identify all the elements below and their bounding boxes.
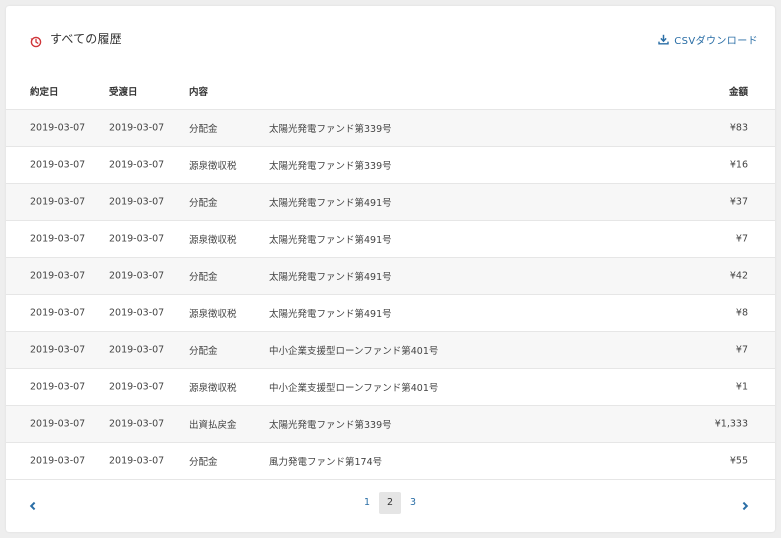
cell-type: 源泉徴収税 bbox=[189, 161, 237, 172]
column-header-amount: 金額 bbox=[728, 86, 748, 98]
cell-amount: ¥37 bbox=[729, 196, 748, 208]
cell-delivery-date: 2019-03-07 bbox=[109, 344, 165, 356]
cell-amount: ¥83 bbox=[729, 122, 748, 134]
csv-download-button[interactable]: CSVダウンロード bbox=[658, 32, 758, 47]
table-header: 約定日 受渡日 内容 金額 bbox=[6, 72, 775, 110]
cell-contract-date: 2019-03-07 bbox=[30, 122, 86, 134]
cell-delivery-date: 2019-03-07 bbox=[109, 196, 165, 208]
cell-delivery-date: 2019-03-07 bbox=[109, 122, 165, 134]
page-1-link[interactable]: 1 bbox=[356, 492, 378, 514]
chevron-left-icon[interactable] bbox=[27, 497, 39, 511]
cell-delivery-date: 2019-03-07 bbox=[109, 270, 165, 282]
cell-amount: ¥42 bbox=[729, 270, 748, 282]
table-row: 2019-03-07 2019-03-07 出資払戻金 太陽光発電ファンド第339号 ¥… bbox=[6, 406, 775, 443]
page-2-link[interactable]: 2 bbox=[379, 492, 401, 514]
cell-fund-name: 中小企業支援型ローンファンド第401号 bbox=[269, 346, 439, 357]
cell-fund-name: 太陽光発電ファンド第339号 bbox=[269, 124, 392, 135]
table-row: 2019-03-07 2019-03-07 分配金 風力発電ファンド第174号 ¥55 bbox=[6, 443, 775, 480]
table-row: 2019-03-07 2019-03-07 分配金 太陽光発電ファンド第491号 ¥37 bbox=[6, 184, 775, 221]
table-row: 2019-03-07 2019-03-07 分配金 太陽光発電ファンド第339号 ¥83 bbox=[6, 110, 775, 147]
cell-type: 分配金 bbox=[189, 346, 218, 357]
cell-contract-date: 2019-03-07 bbox=[30, 307, 86, 319]
table-row: 2019-03-07 2019-03-07 源泉徴収税 中小企業支援型ローンファンド第… bbox=[6, 369, 775, 406]
table-body: 2019-03-07 2019-03-07 分配金 太陽光発電ファンド第339号 ¥83… bbox=[6, 110, 775, 480]
cell-contract-date: 2019-03-07 bbox=[30, 344, 86, 356]
table-row: 2019-03-07 2019-03-07 源泉徴収税 太陽光発電ファンド第491号 ¥… bbox=[6, 221, 775, 258]
table-row: 2019-03-07 2019-03-07 分配金 太陽光発電ファンド第491号 ¥42 bbox=[6, 258, 775, 295]
pagination: 123 bbox=[6, 490, 775, 516]
cell-type: 源泉徴収税 bbox=[189, 235, 237, 246]
cell-delivery-date: 2019-03-07 bbox=[109, 418, 165, 430]
cell-delivery-date: 2019-03-07 bbox=[109, 381, 165, 393]
cell-contract-date: 2019-03-07 bbox=[30, 455, 86, 467]
cell-fund-name: 太陽光発電ファンド第491号 bbox=[269, 309, 392, 320]
cell-type: 分配金 bbox=[189, 198, 218, 209]
cell-type: 分配金 bbox=[189, 124, 218, 135]
cell-amount: ¥8 bbox=[735, 307, 748, 319]
chevron-right-icon[interactable] bbox=[739, 497, 751, 511]
cell-fund-name: 太陽光発電ファンド第339号 bbox=[269, 420, 392, 431]
cell-amount: ¥55 bbox=[729, 455, 748, 467]
table-row: 2019-03-07 2019-03-07 源泉徴収税 太陽光発電ファンド第491号 ¥… bbox=[6, 295, 775, 332]
cell-contract-date: 2019-03-07 bbox=[30, 196, 86, 208]
cell-amount: ¥7 bbox=[735, 344, 748, 356]
cell-fund-name: 太陽光発電ファンド第491号 bbox=[269, 272, 392, 283]
history-table: 約定日 受渡日 内容 金額 2019-03-07 2019-03-07 分配金 太陽光… bbox=[6, 72, 775, 480]
csv-download-label: CSVダウンロード bbox=[674, 36, 758, 47]
column-header-contract-date: 約定日 bbox=[30, 86, 59, 98]
page-3-link[interactable]: 3 bbox=[402, 492, 424, 514]
cell-delivery-date: 2019-03-07 bbox=[109, 455, 165, 467]
cell-contract-date: 2019-03-07 bbox=[30, 418, 86, 430]
cell-delivery-date: 2019-03-07 bbox=[109, 233, 165, 245]
title-group: すべての履歴 bbox=[30, 30, 122, 47]
cell-amount: ¥16 bbox=[729, 159, 748, 171]
history-card: すべての履歴 CSVダウンロード 約定日 受渡日 内容 金額 2019-03-0… bbox=[6, 6, 775, 532]
cell-fund-name: 太陽光発電ファンド第339号 bbox=[269, 161, 392, 172]
cell-fund-name: 風力発電ファンド第174号 bbox=[269, 457, 383, 468]
cell-amount: ¥1 bbox=[735, 381, 748, 393]
table-row: 2019-03-07 2019-03-07 源泉徴収税 太陽光発電ファンド第339号 ¥… bbox=[6, 147, 775, 184]
cell-delivery-date: 2019-03-07 bbox=[109, 159, 165, 171]
card-header: すべての履歴 CSVダウンロード bbox=[6, 6, 775, 72]
cell-contract-date: 2019-03-07 bbox=[30, 270, 86, 282]
cell-type: 分配金 bbox=[189, 457, 218, 468]
column-header-type: 内容 bbox=[189, 86, 209, 98]
table-row: 2019-03-07 2019-03-07 分配金 中小企業支援型ローンファンド第40… bbox=[6, 332, 775, 369]
cell-amount: ¥1,333 bbox=[714, 418, 748, 430]
cell-contract-date: 2019-03-07 bbox=[30, 233, 86, 245]
cell-type: 分配金 bbox=[189, 272, 218, 283]
cell-fund-name: 太陽光発電ファンド第491号 bbox=[269, 198, 392, 209]
page-numbers: 123 bbox=[356, 492, 425, 514]
cell-amount: ¥7 bbox=[735, 233, 748, 245]
cell-type: 出資払戻金 bbox=[189, 420, 237, 431]
cell-type: 源泉徴収税 bbox=[189, 383, 237, 394]
cell-fund-name: 太陽光発電ファンド第491号 bbox=[269, 235, 392, 246]
history-clock-icon bbox=[30, 33, 42, 47]
cell-fund-name: 中小企業支援型ローンファンド第401号 bbox=[269, 383, 439, 394]
cell-contract-date: 2019-03-07 bbox=[30, 159, 86, 171]
page-title: すべての履歴 bbox=[50, 32, 122, 46]
cell-delivery-date: 2019-03-07 bbox=[109, 307, 165, 319]
column-header-delivery-date: 受渡日 bbox=[109, 86, 138, 98]
cell-type: 源泉徴収税 bbox=[189, 309, 237, 320]
cell-contract-date: 2019-03-07 bbox=[30, 381, 86, 393]
download-icon bbox=[658, 34, 669, 45]
